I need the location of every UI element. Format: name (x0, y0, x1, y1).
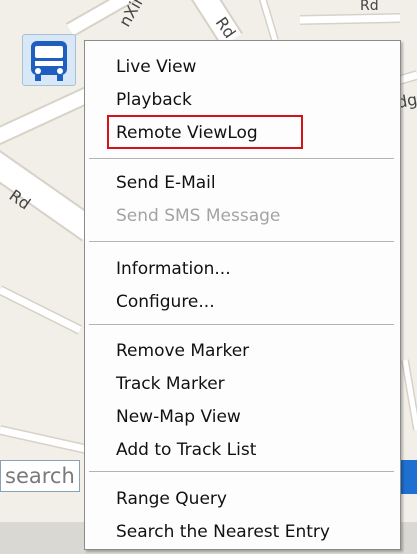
menu-separator (89, 471, 394, 473)
menu-item-search-nearest-entry[interactable]: Search the Nearest Entry (116, 518, 330, 546)
menu-item-remove-marker[interactable]: Remove Marker (116, 337, 249, 365)
menu-item-playback[interactable]: Playback (116, 86, 192, 114)
menu-separator (89, 324, 394, 326)
bus-icon (31, 41, 67, 81)
map-toolbar-edge (401, 460, 417, 494)
search-input[interactable]: search (0, 460, 80, 492)
menu-item-new-map-view[interactable]: New-Map View (116, 403, 241, 431)
road-label: Rd (360, 0, 379, 14)
context-menu: Live View Playback Remote ViewLog Send E… (84, 40, 401, 550)
menu-item-track-marker[interactable]: Track Marker (116, 370, 225, 398)
menu-item-information[interactable]: Information... (116, 255, 231, 283)
menu-item-range-query[interactable]: Range Query (116, 485, 227, 513)
menu-item-send-email[interactable]: Send E-Mail (116, 169, 216, 197)
highlight-box (107, 115, 303, 149)
menu-separator (89, 158, 394, 160)
vehicle-marker[interactable] (22, 34, 76, 86)
menu-item-configure[interactable]: Configure... (116, 288, 215, 316)
road (399, 71, 417, 84)
menu-separator (89, 241, 394, 243)
road (299, 14, 401, 24)
menu-item-add-to-track-list[interactable]: Add to Track List (116, 436, 256, 464)
menu-item-live-view[interactable]: Live View (116, 53, 196, 81)
menu-item-send-sms: Send SMS Message (116, 206, 281, 226)
